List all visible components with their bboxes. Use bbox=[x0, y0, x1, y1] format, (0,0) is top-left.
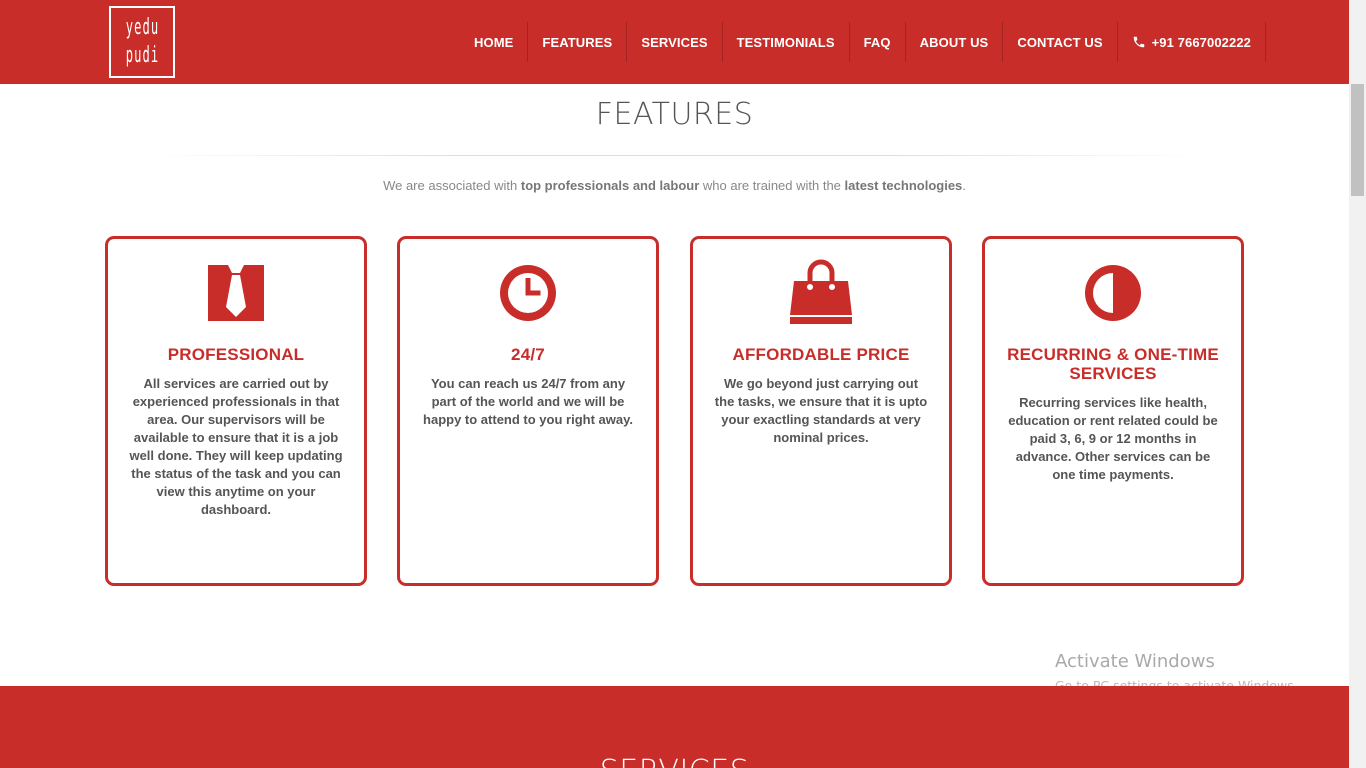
feature-card-affordable-price: AFFORDABLE PRICE We go beyond just carry… bbox=[690, 236, 952, 586]
nav-contact-us[interactable]: CONTACT US bbox=[1002, 22, 1116, 62]
feature-card-recurring: RECURRING & ONE-TIME SERVICES Recurring … bbox=[982, 236, 1244, 586]
card-description: We go beyond just carrying out the tasks… bbox=[714, 376, 928, 445]
clock-icon bbox=[500, 265, 556, 321]
services-section: SERVICES bbox=[0, 686, 1349, 768]
card-title: 24/7 bbox=[511, 345, 545, 364]
services-heading: SERVICES bbox=[0, 754, 1349, 768]
half-circle-icon bbox=[1085, 265, 1141, 321]
subtitle-bold-1: top professionals and labour bbox=[520, 178, 700, 193]
subtitle-text-2: who are trained with the bbox=[699, 178, 845, 193]
card-description: You can reach us 24/7 from any part of t… bbox=[423, 376, 633, 427]
card-description: Recurring services like health, educatio… bbox=[1008, 395, 1218, 482]
card-title: AFFORDABLE PRICE bbox=[732, 345, 910, 364]
nav-phone[interactable]: +91 7667002222 bbox=[1116, 22, 1266, 62]
subtitle-text-3: . bbox=[962, 178, 966, 193]
shopping-bag-icon bbox=[790, 259, 852, 324]
card-description: All services are carried out by experien… bbox=[129, 376, 343, 517]
site-header: yedu pudi HOME FEATURES SERVICES TESTIMO… bbox=[0, 0, 1349, 84]
nav-about-us[interactable]: ABOUT US bbox=[904, 22, 1003, 62]
nav-testimonials[interactable]: TESTIMONIALS bbox=[721, 22, 849, 62]
features-subtitle: We are associated with top professionals… bbox=[0, 178, 1349, 193]
tie-icon bbox=[208, 265, 264, 321]
scrollbar-thumb[interactable] bbox=[1351, 84, 1364, 196]
nav-faq[interactable]: FAQ bbox=[848, 22, 905, 62]
logo-line-top: yedu bbox=[125, 15, 159, 40]
logo-line-bottom: pudi bbox=[125, 43, 159, 68]
logo[interactable]: yedu pudi bbox=[109, 6, 175, 78]
subtitle-bold-2: latest technologies bbox=[844, 178, 963, 193]
watermark-title: Activate Windows bbox=[1055, 651, 1215, 672]
phone-number: +91 7667002222 bbox=[1151, 34, 1251, 50]
card-title: RECURRING & ONE-TIME SERVICES bbox=[1007, 345, 1219, 383]
features-heading: FEATURES bbox=[595, 97, 754, 132]
main-nav: HOME FEATURES SERVICES TESTIMONIALS FAQ … bbox=[460, 0, 1266, 84]
nav-features[interactable]: FEATURES bbox=[527, 22, 626, 62]
feature-card-24-7: 24/7 You can reach us 24/7 from any part… bbox=[397, 236, 659, 586]
nav-home[interactable]: HOME bbox=[460, 22, 527, 62]
phone-icon bbox=[1133, 36, 1144, 48]
nav-services[interactable]: SERVICES bbox=[626, 22, 721, 62]
feature-card-professional: PROFESSIONAL All services are carried ou… bbox=[105, 236, 367, 586]
heading-divider bbox=[150, 155, 1200, 156]
subtitle-text-1: We are associated with bbox=[383, 178, 521, 193]
page-scrollbar[interactable] bbox=[1349, 0, 1366, 768]
card-title: PROFESSIONAL bbox=[167, 345, 305, 364]
